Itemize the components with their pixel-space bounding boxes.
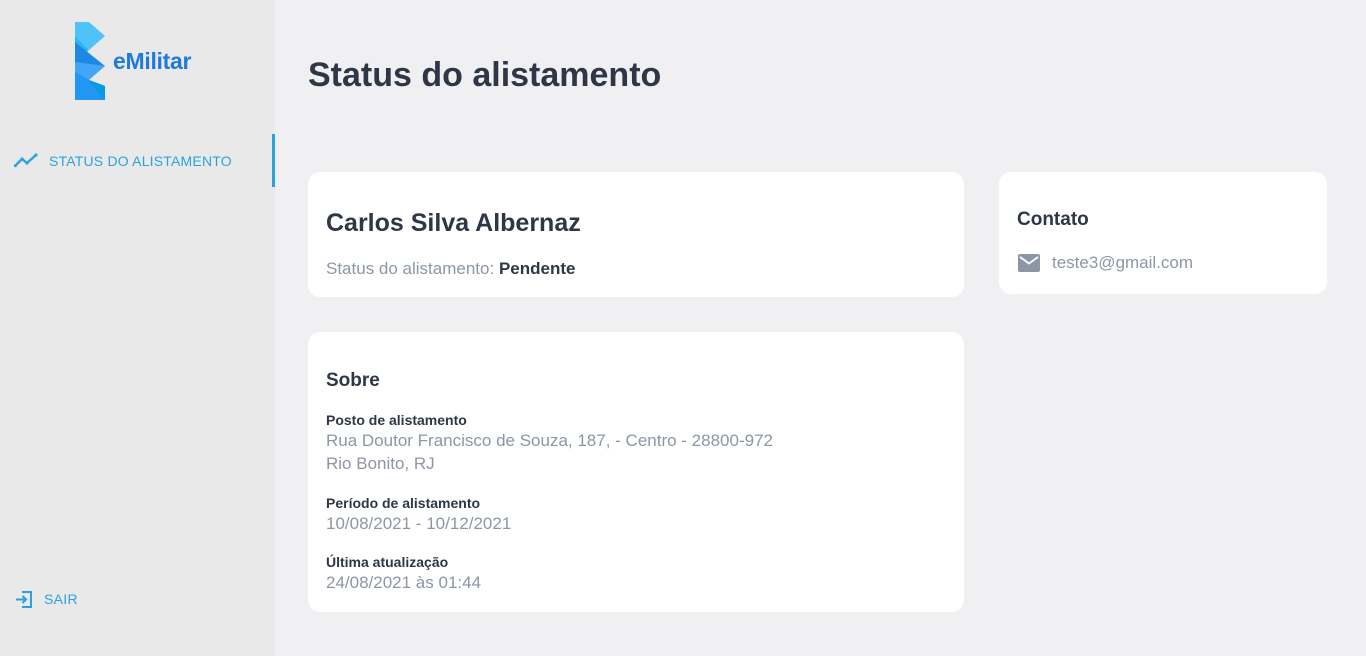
periodo-value: 10/08/2021 - 10/12/2021	[326, 514, 512, 533]
app-root: eMilitar STATUS DO ALISTAMENTO SAIR Stat…	[0, 0, 1366, 656]
ultima-atualizacao-label: Última atualização	[326, 554, 449, 570]
profile-status: Status do alistamento: Pendente	[326, 259, 575, 279]
about-title: Sobre	[326, 370, 380, 391]
scrollbar[interactable]	[1360, 0, 1366, 656]
profile-card: Carlos Silva Albernaz Status do alistame…	[308, 172, 964, 297]
logout-label: SAIR	[44, 591, 78, 607]
contact-title: Contato	[1017, 209, 1089, 230]
posto-address-line2: Rio Bonito, RJ	[326, 454, 435, 473]
mail-icon	[1018, 254, 1040, 272]
profile-name: Carlos Silva Albernaz	[326, 209, 581, 237]
contact-email: teste3@gmail.com	[1052, 253, 1194, 272]
trending-up-icon	[14, 153, 38, 168]
contact-card: Contato teste3@gmail.com	[999, 172, 1327, 294]
ultima-atualizacao-value: 24/08/2021 às 01:44	[326, 573, 482, 592]
page-title: Status do alistamento	[308, 56, 662, 94]
status-label: Status do alistamento:	[326, 259, 499, 278]
logout-button[interactable]: SAIR	[0, 583, 140, 615]
logo-text: eMilitar	[113, 48, 192, 74]
sidebar-item-status-alistamento[interactable]: STATUS DO ALISTAMENTO	[0, 134, 275, 187]
sidebar-item-label: STATUS DO ALISTAMENTO	[49, 153, 232, 169]
posto-label: Posto de alistamento	[326, 412, 467, 428]
logout-icon	[16, 591, 32, 608]
sidebar: eMilitar STATUS DO ALISTAMENTO SAIR	[0, 0, 275, 656]
logo-mark-icon	[75, 22, 105, 100]
posto-address-line1: Rua Doutor Francisco de Souza, 187, - Ce…	[326, 431, 773, 450]
about-card: Sobre Posto de alistamento Rua Doutor Fr…	[308, 332, 964, 612]
periodo-label: Período de alistamento	[326, 495, 481, 511]
active-indicator	[272, 134, 275, 187]
logo[interactable]: eMilitar	[75, 22, 215, 100]
status-badge: Pendente	[498, 259, 576, 278]
